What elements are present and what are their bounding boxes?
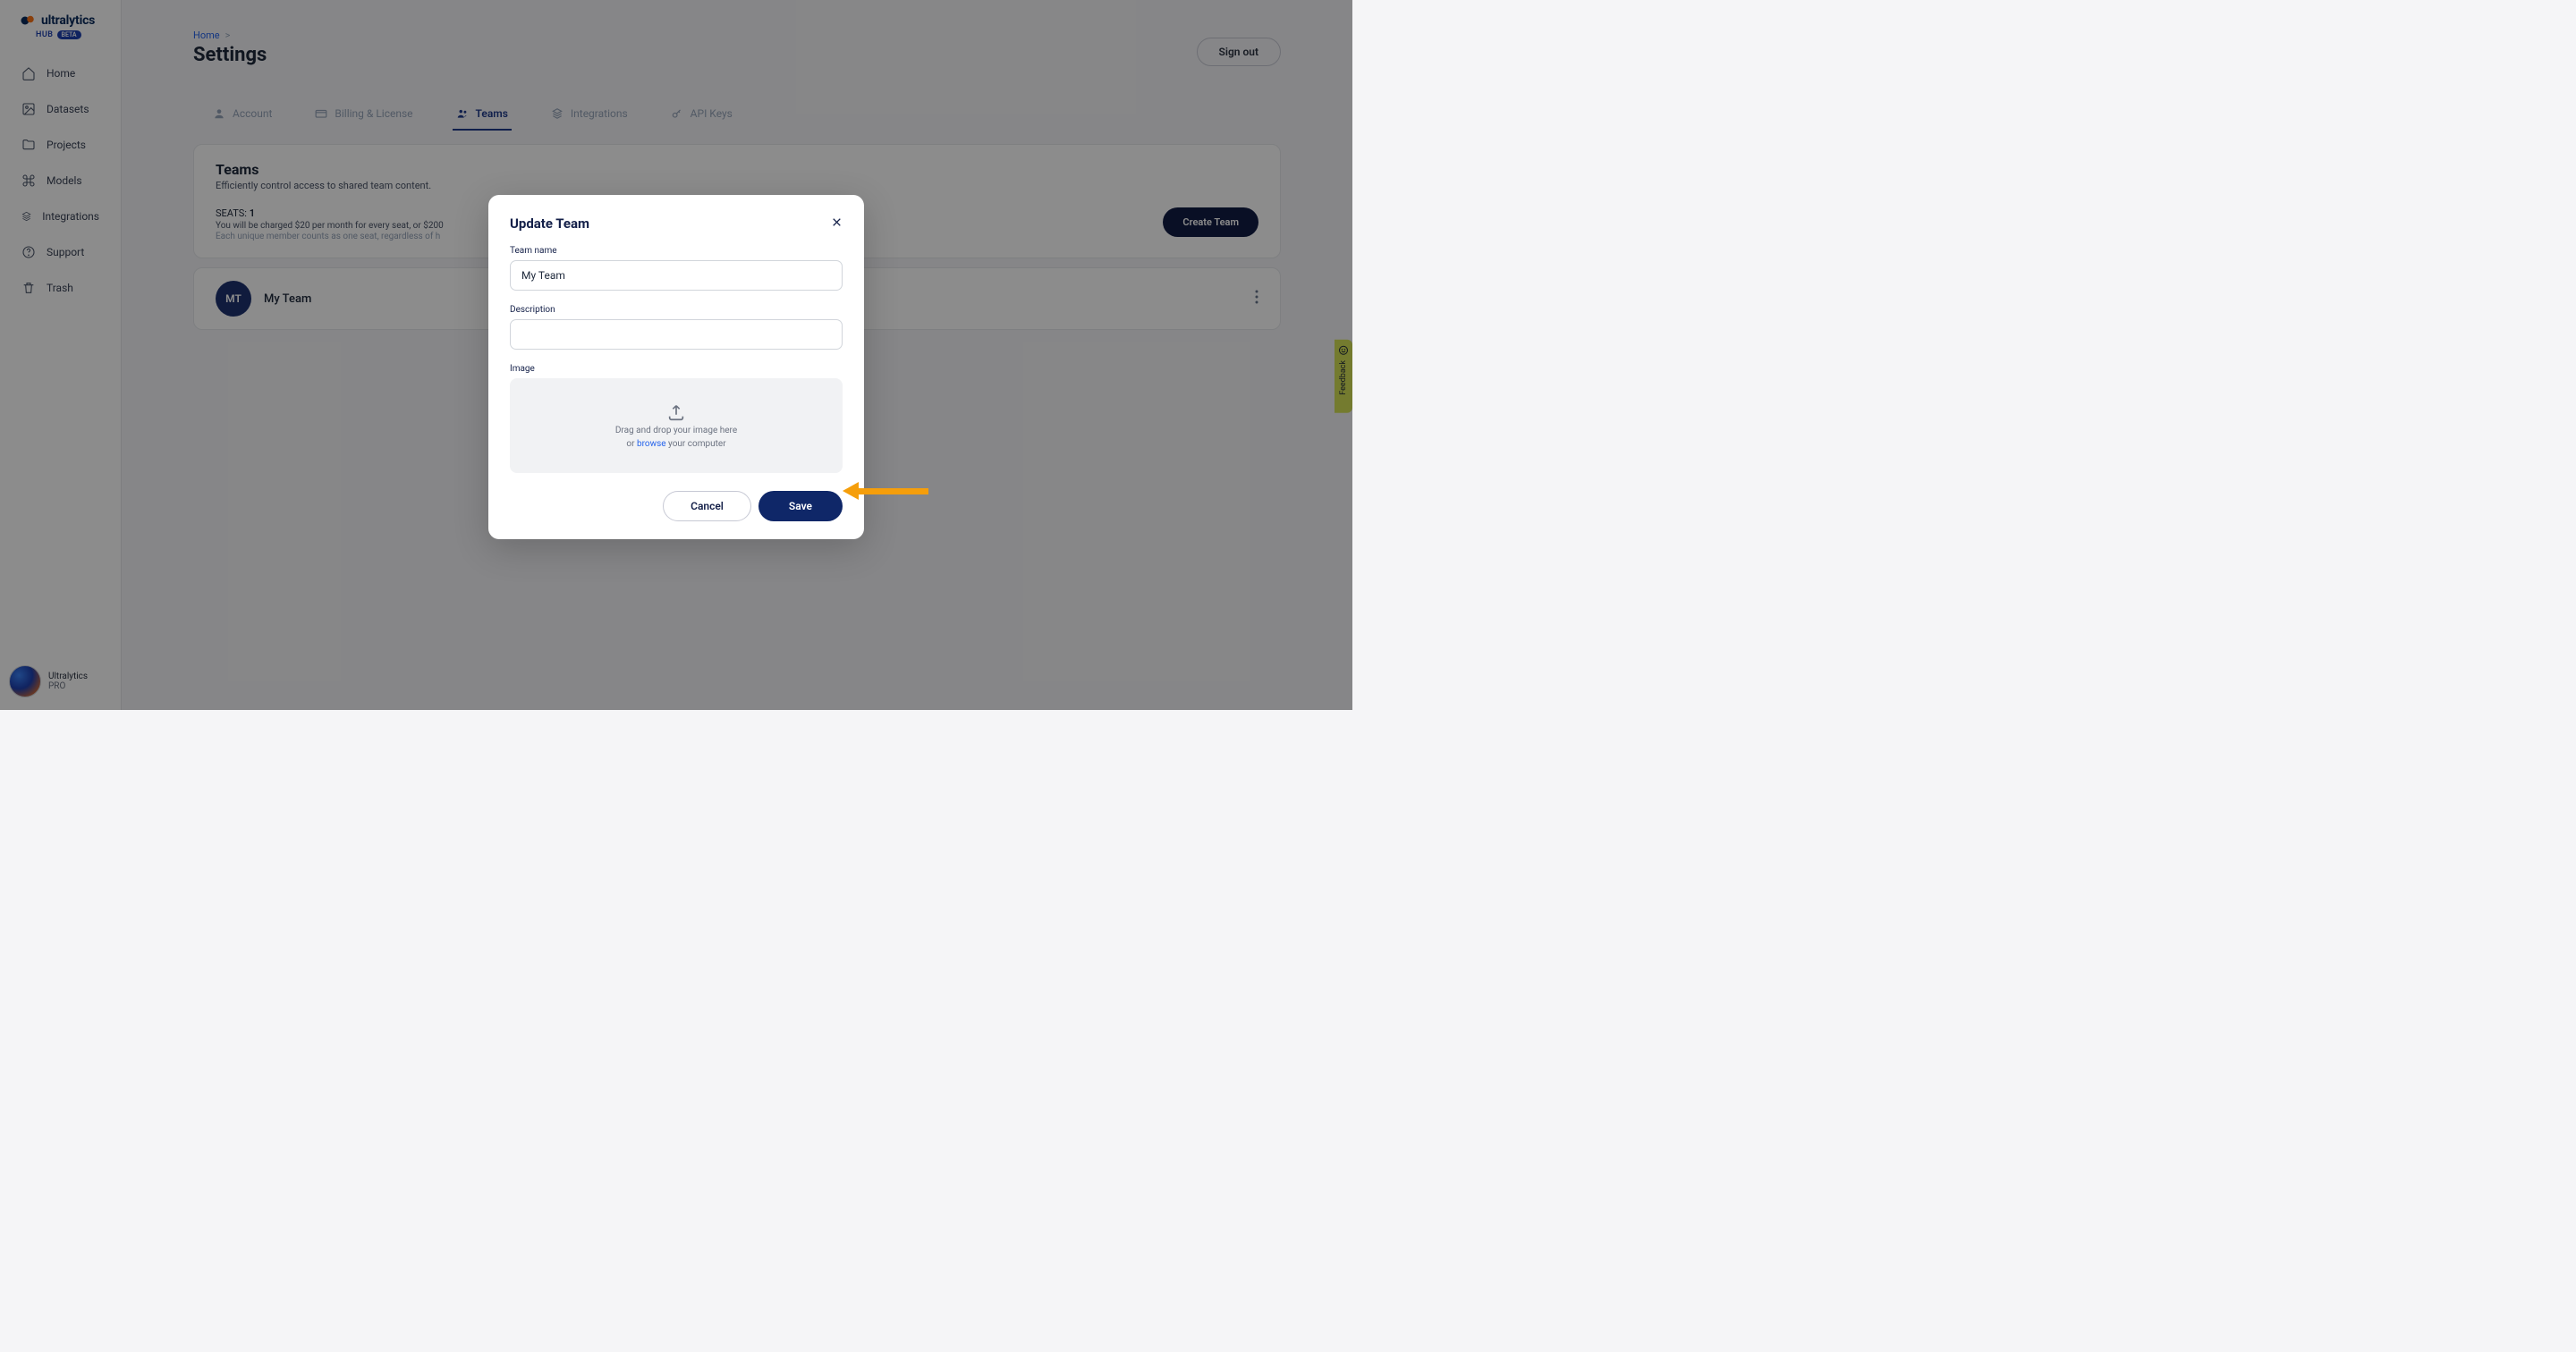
- image-dropzone[interactable]: Drag and drop your image here or browse …: [510, 378, 843, 473]
- description-input[interactable]: [510, 319, 843, 350]
- description-label: Description: [510, 305, 843, 315]
- modal-overlay[interactable]: Update Team Team name Description Image …: [0, 0, 1352, 710]
- annotation-arrow: [843, 482, 928, 500]
- upload-icon: [666, 402, 686, 422]
- team-name-input[interactable]: [510, 260, 843, 291]
- close-button[interactable]: [831, 215, 843, 232]
- browse-link[interactable]: browse: [637, 439, 666, 449]
- drop-text-2: or browse your computer: [626, 439, 725, 449]
- update-team-modal: Update Team Team name Description Image …: [488, 195, 864, 539]
- image-label: Image: [510, 364, 843, 374]
- team-name-label: Team name: [510, 246, 843, 256]
- save-button[interactable]: Save: [758, 491, 843, 521]
- drop-text-1: Drag and drop your image here: [615, 426, 737, 435]
- modal-title: Update Team: [510, 215, 589, 232]
- close-icon: [831, 216, 843, 228]
- cancel-button[interactable]: Cancel: [663, 491, 751, 521]
